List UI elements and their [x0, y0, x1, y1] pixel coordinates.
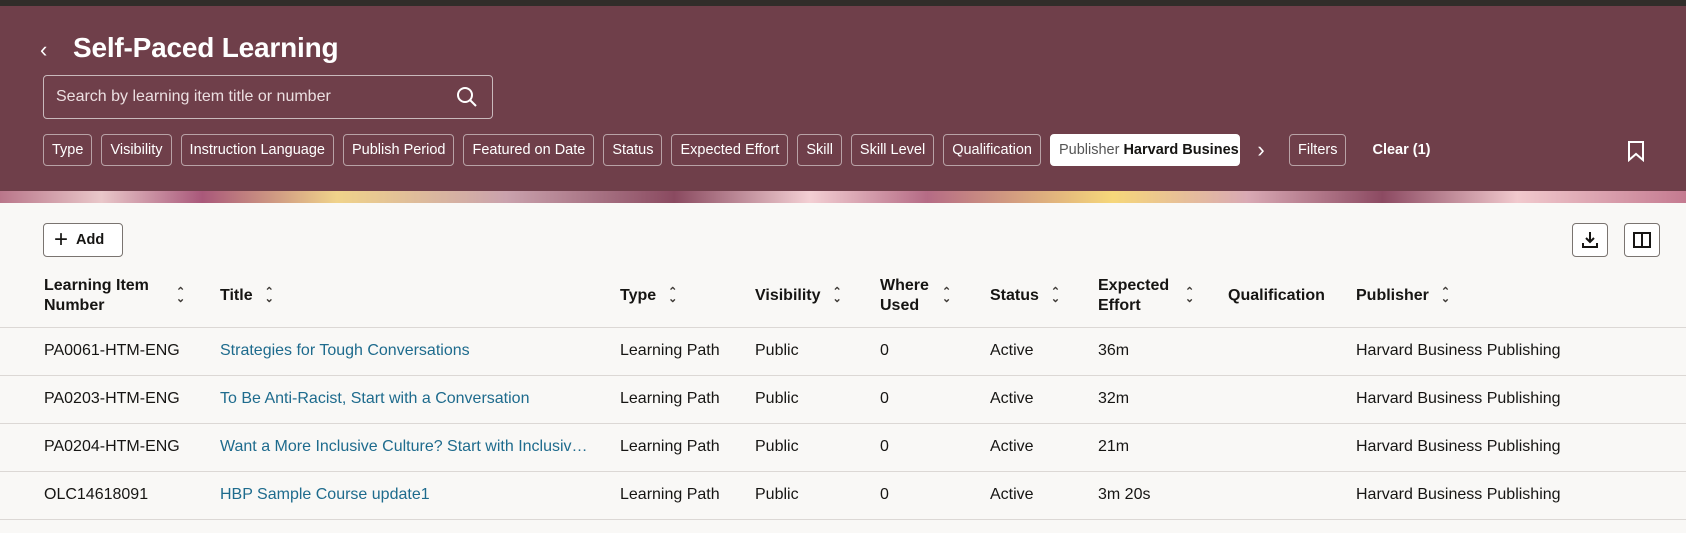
- plus-icon: +: [54, 226, 69, 253]
- search-icon[interactable]: [456, 86, 478, 108]
- title-link[interactable]: Strategies for Tough Conversations: [220, 342, 470, 360]
- column-header-qualification: Qualification: [1228, 265, 1356, 328]
- cell-number: PA0061-HTM-ENG: [0, 327, 220, 376]
- filter-chip-publisher[interactable]: Publisher Harvard Business Publishing: [1050, 134, 1240, 166]
- add-button-label: Add: [76, 232, 105, 248]
- cell-visibility: Public: [755, 375, 880, 424]
- publisher-filter-label: Publisher: [1059, 142, 1120, 158]
- column-header-expected-effort[interactable]: Expected Effort ⌃ ⌄: [1098, 265, 1228, 328]
- cell-effort: 32m: [1098, 375, 1228, 424]
- cell-status: Active: [990, 471, 1098, 520]
- filter-chip-visibility[interactable]: Visibility: [101, 134, 172, 166]
- cell-visibility: Public: [755, 471, 880, 520]
- cell-type: Learning Path: [620, 375, 755, 424]
- filter-chip-instruction-language[interactable]: Instruction Language: [180, 134, 334, 166]
- sort-icon: ⌃ ⌄: [1050, 285, 1061, 305]
- cell-effort: 21m: [1098, 423, 1228, 472]
- filter-chip-expected-effort[interactable]: Expected Effort: [671, 134, 789, 166]
- title-link[interactable]: To Be Anti-Racist, Start with a Conversa…: [220, 390, 529, 408]
- column-layout-button[interactable]: [1624, 223, 1660, 257]
- cell-publisher: Harvard Business Publishing: [1356, 375, 1686, 424]
- cell-number: OLC14618091: [0, 471, 220, 520]
- cell-qualification: [1228, 471, 1356, 520]
- cell-status: Active: [990, 423, 1098, 472]
- filter-chip-qualification[interactable]: Qualification: [943, 134, 1041, 166]
- cell-type: Learning Path: [620, 471, 755, 520]
- search-box: [43, 75, 493, 119]
- table-row[interactable]: PA0203-HTM-ENG To Be Anti-Racist, Start …: [0, 375, 1686, 424]
- cell-where-used: 0: [880, 471, 990, 520]
- column-header-where-used[interactable]: Where Used ⌃ ⌄: [880, 265, 990, 328]
- cell-title: HBP Sample Course update1: [220, 471, 620, 520]
- columns-icon: [1633, 232, 1651, 248]
- cell-where-used: 0: [880, 327, 990, 376]
- filters-button[interactable]: Filters: [1289, 134, 1347, 166]
- table-header-row: Learning Item Number ⌃ ⌄ Title ⌃ ⌄ Type ⌃ ⌄ Vi…: [0, 265, 1686, 328]
- cell-type: Learning Path: [620, 423, 755, 472]
- page-title: Self-Paced Learning: [73, 32, 339, 63]
- title-link[interactable]: HBP Sample Course update1: [220, 486, 430, 504]
- sort-icon: ⌃ ⌄: [1440, 285, 1451, 305]
- clear-filters-button[interactable]: Clear (1): [1372, 142, 1430, 158]
- cell-title: To Be Anti-Racist, Start with a Conversa…: [220, 375, 620, 424]
- cell-publisher: Harvard Business Publishing: [1356, 471, 1686, 520]
- cell-number: PA0203-HTM-ENG: [0, 375, 220, 424]
- filter-bar: Type Visibility Instruction Language Pub…: [43, 134, 1431, 166]
- decorative-banner: [0, 191, 1686, 203]
- column-header-number[interactable]: Learning Item Number ⌃ ⌄: [0, 265, 220, 328]
- publisher-filter-value: Harvard Business Publishing: [1123, 142, 1239, 158]
- cell-effort: 36m: [1098, 327, 1228, 376]
- cell-qualification: [1228, 423, 1356, 472]
- filter-chip-skill-level[interactable]: Skill Level: [850, 134, 935, 166]
- cell-where-used: 0: [880, 375, 990, 424]
- column-header-type[interactable]: Type ⌃ ⌄: [620, 265, 755, 328]
- filter-chip-status[interactable]: Status: [603, 134, 663, 166]
- download-button[interactable]: [1572, 223, 1608, 257]
- filter-chip-skill[interactable]: Skill: [797, 134, 842, 166]
- column-header-title[interactable]: Title ⌃ ⌄: [220, 265, 620, 328]
- cell-type: Learning Path: [620, 327, 755, 376]
- page-header: ‹ Self-Paced Learning Type Visibility In…: [0, 6, 1686, 191]
- column-header-publisher[interactable]: Publisher ⌃ ⌄: [1356, 265, 1686, 328]
- title-link[interactable]: Want a More Inclusive Culture? Start wit…: [220, 438, 590, 456]
- bookmark-icon[interactable]: [1626, 140, 1646, 162]
- cell-qualification: [1228, 375, 1356, 424]
- cell-where-used: 0: [880, 423, 990, 472]
- sort-icon: ⌃ ⌄: [264, 285, 274, 305]
- sort-icon: ⌃ ⌄: [668, 285, 678, 305]
- filter-chip-featured-on-date[interactable]: Featured on Date: [463, 134, 595, 166]
- column-header-visibility[interactable]: Visibility ⌃ ⌄: [755, 265, 880, 328]
- back-chevron-icon[interactable]: ‹: [40, 39, 60, 61]
- filter-chip-type[interactable]: Type: [43, 134, 93, 166]
- cell-title: Want a More Inclusive Culture? Start wit…: [220, 423, 620, 472]
- learning-items-table: Learning Item Number ⌃ ⌄ Title ⌃ ⌄ Type ⌃ ⌄ Vi…: [0, 265, 1686, 520]
- cell-publisher: Harvard Business Publishing: [1356, 327, 1686, 376]
- cell-visibility: Public: [755, 327, 880, 376]
- cell-number: PA0204-HTM-ENG: [0, 423, 220, 472]
- download-icon: [1582, 232, 1598, 248]
- sort-icon: ⌃ ⌄: [1185, 285, 1195, 305]
- filter-chip-publish-period[interactable]: Publish Period: [342, 134, 455, 166]
- table-row[interactable]: PA0061-HTM-ENG Strategies for Tough Conv…: [0, 327, 1686, 376]
- search-input[interactable]: [44, 76, 444, 118]
- column-header-status[interactable]: Status ⌃ ⌄: [990, 265, 1098, 328]
- chevron-right-icon[interactable]: ›: [1249, 134, 1273, 166]
- sort-icon: ⌃ ⌄: [176, 285, 186, 305]
- table-toolbar: + Add: [0, 203, 1686, 265]
- cell-visibility: Public: [755, 423, 880, 472]
- cell-status: Active: [990, 327, 1098, 376]
- cell-title: Strategies for Tough Conversations: [220, 327, 620, 376]
- cell-status: Active: [990, 375, 1098, 424]
- sort-icon: ⌃ ⌄: [942, 285, 952, 305]
- table-row[interactable]: OLC14618091 HBP Sample Course update1 Le…: [0, 471, 1686, 520]
- table-row[interactable]: PA0204-HTM-ENG Want a More Inclusive Cul…: [0, 423, 1686, 472]
- add-button[interactable]: + Add: [43, 223, 123, 257]
- cell-publisher: Harvard Business Publishing: [1356, 423, 1686, 472]
- sort-icon: ⌃ ⌄: [832, 285, 842, 305]
- cell-effort: 3m 20s: [1098, 471, 1228, 520]
- cell-qualification: [1228, 327, 1356, 376]
